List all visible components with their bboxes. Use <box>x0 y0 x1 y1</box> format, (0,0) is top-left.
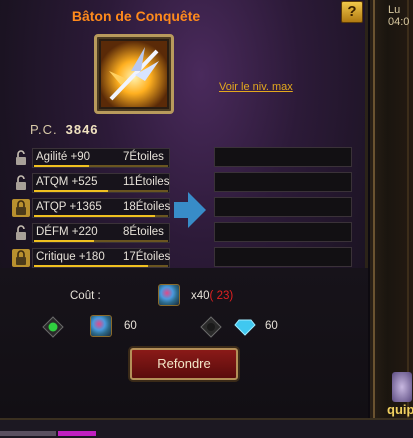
diamond-cost: 60 <box>265 320 278 332</box>
result-slot <box>214 197 352 217</box>
power-score: P.C. 3846 <box>30 122 99 137</box>
stat-row: Agilité +90 7Étoiles <box>12 148 170 168</box>
bottom-progress-strip <box>0 418 413 438</box>
side-frame-border <box>373 0 409 418</box>
stat-name: Agilité +90 <box>36 151 91 163</box>
star-bar <box>34 265 168 267</box>
cost-label: Coût : <box>70 290 101 302</box>
cost-owned: ( 23) <box>209 290 234 302</box>
stat-stars: 7Étoiles <box>123 151 164 163</box>
side-avatar[interactable] <box>392 372 412 402</box>
stat-stars: 17Étoiles <box>123 251 171 263</box>
cost-quantity: x40( 23) <box>191 290 233 302</box>
power-label: P.C. <box>30 122 58 137</box>
stat-row: DÉFM +220 8Étoiles <box>12 223 170 243</box>
item-title: Bâton de Conquête <box>71 8 201 24</box>
cost-quantity-value: x40 <box>191 290 210 302</box>
strip-segment <box>0 431 56 436</box>
reforge-stone-icon[interactable] <box>90 315 112 337</box>
side-top-text: Lu 04:0 <box>388 4 410 28</box>
star-bar-fill <box>34 240 95 242</box>
stat-name: ATQM +525 <box>36 176 98 188</box>
panel-footer-area <box>0 268 368 418</box>
star-bar <box>34 240 168 242</box>
item-slot[interactable] <box>94 34 174 114</box>
stat-name: DÉFM +220 <box>36 226 98 238</box>
reforge-button[interactable]: Refondre <box>130 348 238 380</box>
strip-segment-active <box>58 431 96 436</box>
stone-cost: 60 <box>124 320 137 332</box>
lock-open-icon[interactable] <box>12 174 30 192</box>
side-frame <box>370 0 413 418</box>
star-bar-fill <box>34 265 148 267</box>
stat-stars: 11Étoiles <box>123 176 170 188</box>
result-slot <box>214 147 352 167</box>
arrow-right-icon <box>172 190 208 235</box>
view-max-level-link[interactable]: Voir le niv. max <box>219 81 293 93</box>
star-bar <box>34 215 168 217</box>
stat-stars: 18Étoiles <box>123 201 171 213</box>
green-orb-radio-icon[interactable] <box>42 316 64 338</box>
lock-open-icon[interactable] <box>12 224 30 242</box>
star-bar <box>34 165 168 167</box>
stat-stars: 8Étoiles <box>123 226 164 238</box>
stat-row: Critique +180 17Étoiles <box>12 248 170 268</box>
empty-radio-icon[interactable] <box>200 316 222 338</box>
power-value: 3846 <box>65 122 99 137</box>
stat-row: ATQM +525 11Étoiles <box>12 173 170 193</box>
star-bar-fill <box>34 215 155 217</box>
result-slot <box>214 247 352 267</box>
lock-closed-icon[interactable] <box>12 249 30 267</box>
star-bar-fill <box>34 190 108 192</box>
result-slot <box>214 222 352 242</box>
lock-closed-icon[interactable] <box>12 199 30 217</box>
star-bar <box>34 190 168 192</box>
stat-row: ATQP +1365 18Étoiles <box>12 198 170 218</box>
help-button[interactable]: ? <box>341 1 363 23</box>
staff-item-icon <box>101 41 167 107</box>
side-bottom-label: quipe <box>387 402 413 417</box>
diamond-icon <box>234 318 256 340</box>
result-slot <box>214 172 352 192</box>
stat-name: Critique +180 <box>36 251 105 263</box>
reforge-stone-icon[interactable] <box>158 284 180 306</box>
star-bar-fill <box>34 165 89 167</box>
lock-open-icon[interactable] <box>12 149 30 167</box>
stat-name: ATQP +1365 <box>36 201 102 213</box>
